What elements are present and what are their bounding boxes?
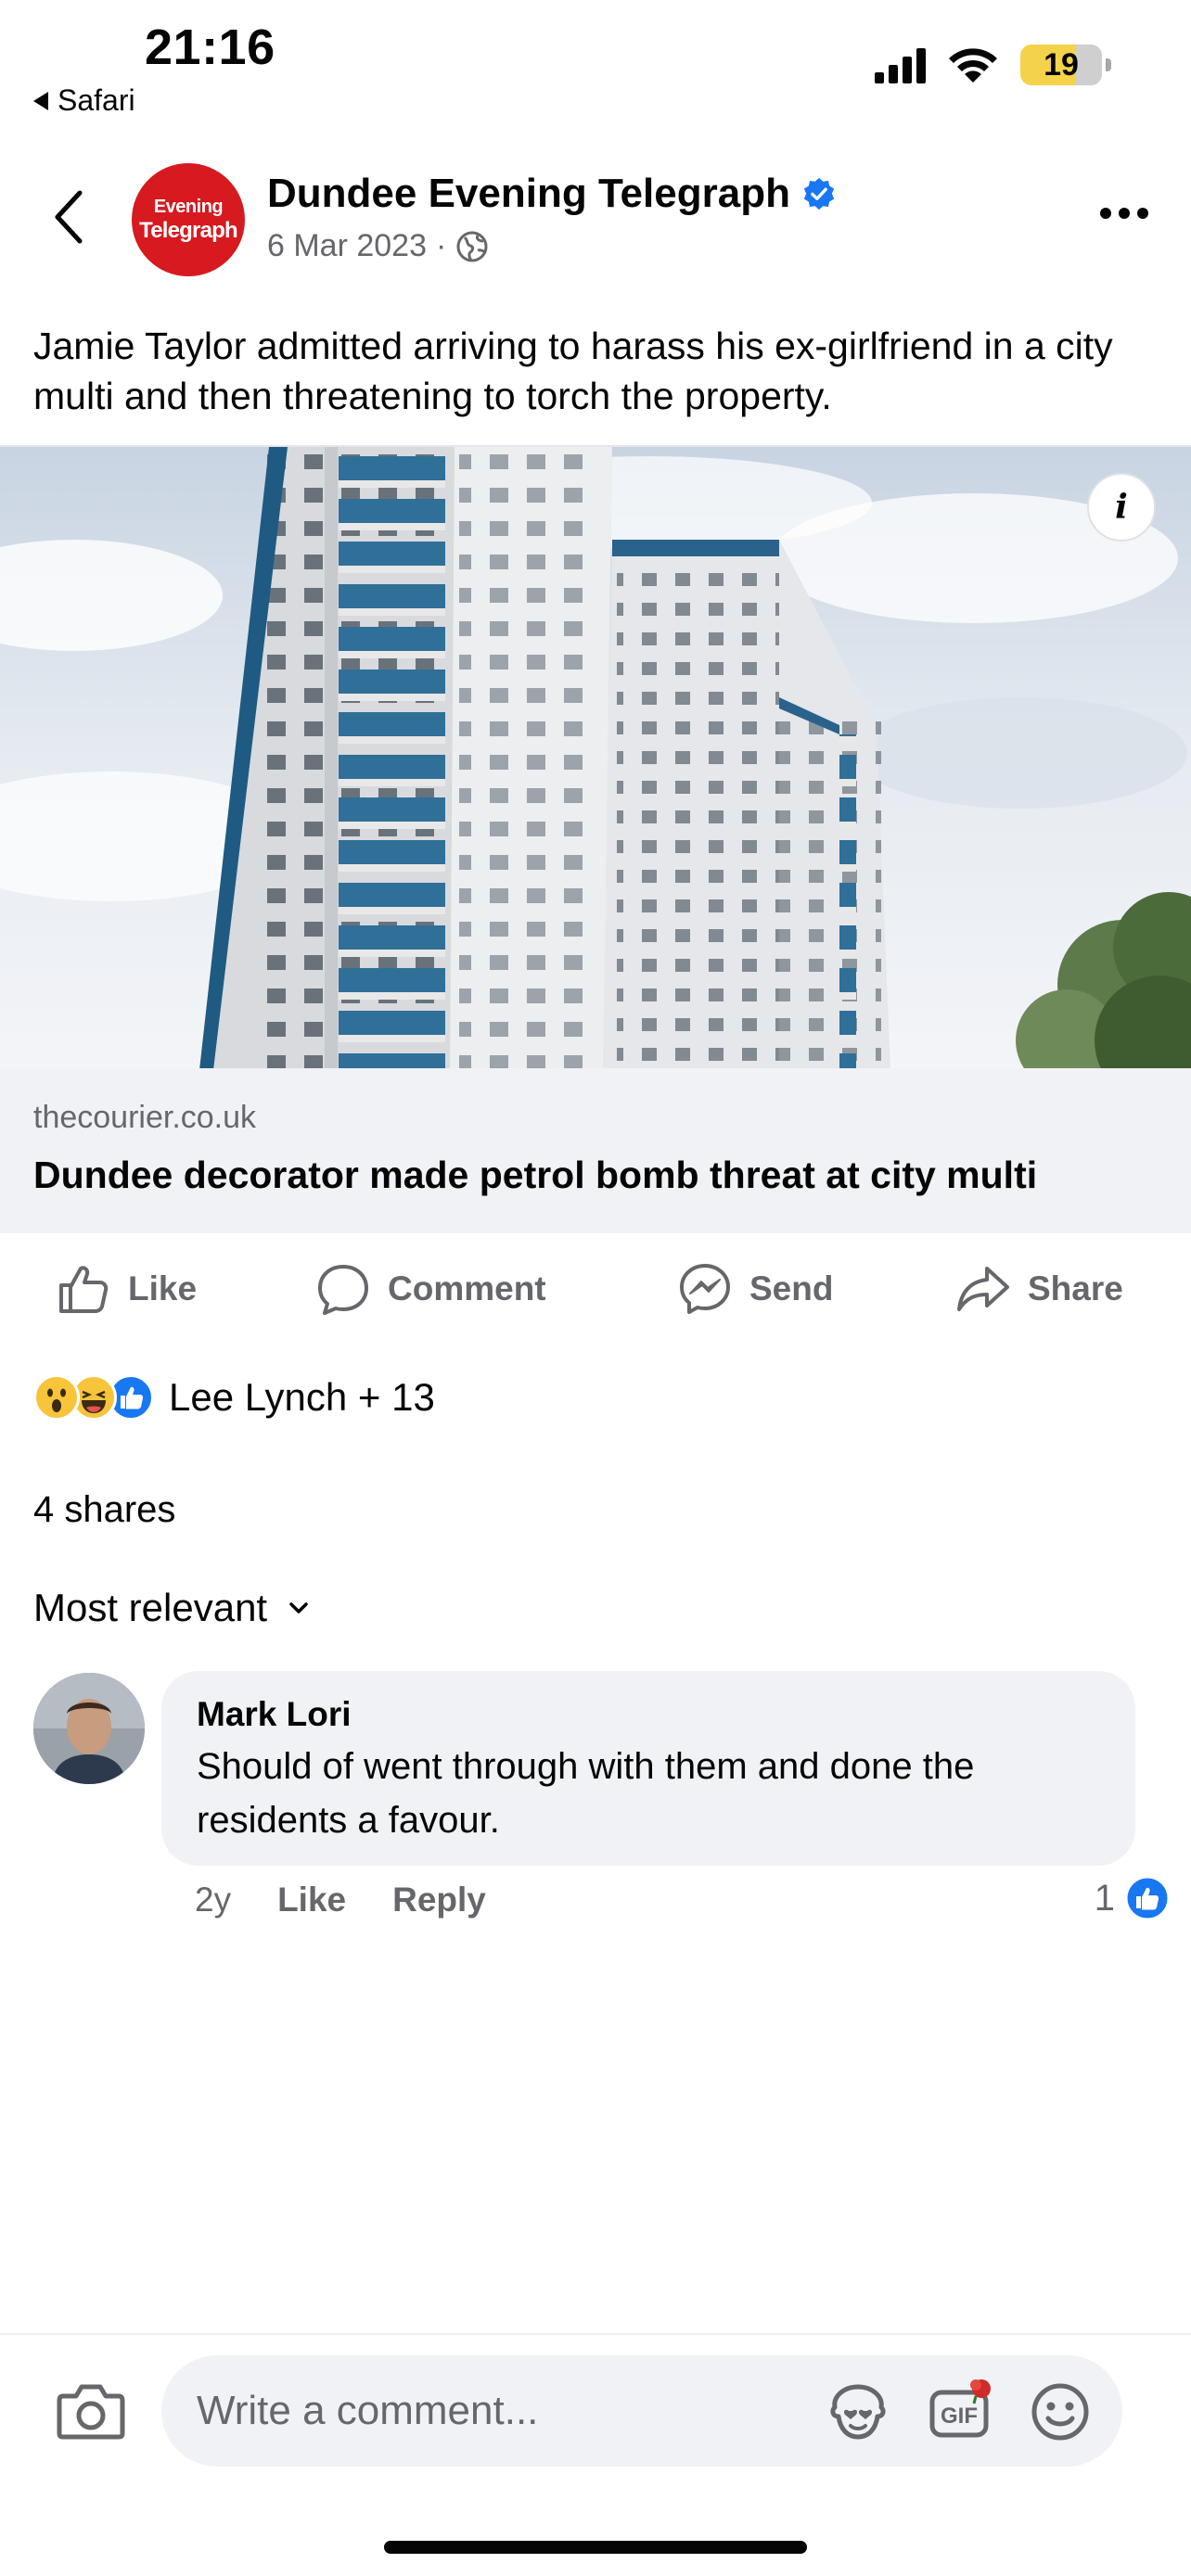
more-options-icon[interactable] xyxy=(1100,208,1148,219)
battery-level: 19 xyxy=(1044,46,1079,83)
avatar-text-line1: Evening xyxy=(153,197,224,217)
like-button[interactable]: Like xyxy=(56,1261,197,1317)
link-domain: thecourier.co.uk xyxy=(33,1100,257,1135)
battery-icon: 19 xyxy=(1020,45,1111,85)
back-app-label: Safari xyxy=(58,83,135,117)
back-chevron-icon[interactable] xyxy=(50,189,87,245)
reactions-text: Lee Lynch + 13 xyxy=(169,1375,435,1419)
comment-age: 2y xyxy=(195,1881,232,1919)
comment-actions: 2y Like Reply xyxy=(195,1881,486,1919)
comment-sort-dropdown[interactable]: Most relevant xyxy=(33,1586,310,1630)
sort-label: Most relevant xyxy=(33,1586,268,1629)
status-bar: 21:16 Safari 19 xyxy=(0,0,1191,130)
comment-bubble[interactable]: Mark Lori Should of went through with th… xyxy=(161,1671,1135,1866)
reactions-summary[interactable]: Lee Lynch + 13 xyxy=(33,1374,435,1421)
link-title: Dundee decorator made petrol bomb threat… xyxy=(33,1154,1038,1196)
shares-count[interactable]: 4 shares xyxy=(33,1489,175,1531)
back-to-safari-button[interactable]: Safari xyxy=(33,83,135,118)
status-icons: 19 xyxy=(875,45,1111,85)
comment-like-count[interactable]: 1 xyxy=(1095,1875,1171,1921)
page-avatar[interactable]: Evening Telegraph xyxy=(132,163,245,276)
like-label: Like xyxy=(128,1269,198,1307)
back-triangle-icon xyxy=(33,91,48,110)
tower-block-photo xyxy=(0,447,1191,1068)
gif-icon[interactable]: GIF xyxy=(928,2379,992,2444)
emoji-icon[interactable] xyxy=(1028,2379,1093,2444)
like-reaction-icon xyxy=(1124,1875,1171,1921)
avatar-sticker-icon[interactable] xyxy=(826,2379,890,2444)
post-action-bar: Like Comment Send Share xyxy=(0,1252,1191,1330)
send-button[interactable]: Send xyxy=(677,1261,833,1317)
like-thumb-icon xyxy=(59,1266,109,1313)
comment-bubble-icon xyxy=(318,1265,368,1315)
comment-like-count-value: 1 xyxy=(1094,1877,1115,1919)
send-label: Send xyxy=(749,1269,834,1307)
messenger-icon xyxy=(680,1264,730,1314)
info-button[interactable]: i xyxy=(1087,473,1156,542)
share-button[interactable]: Share xyxy=(955,1261,1123,1317)
comment-button[interactable]: Comment xyxy=(315,1261,546,1317)
post-header: Evening Telegraph Dundee Evening Telegra… xyxy=(0,158,1191,278)
commenter-avatar[interactable] xyxy=(33,1673,145,1784)
svg-text:GIF: GIF xyxy=(941,2404,978,2429)
avatar-text-line2: Telegraph xyxy=(139,218,238,243)
post-text: Jamie Taylor admitted arriving to harass… xyxy=(33,325,1113,417)
wow-reaction-icon xyxy=(33,1374,80,1421)
chevron-down-icon xyxy=(289,1602,308,1613)
page-name[interactable]: Dundee Evening Telegraph xyxy=(267,171,790,217)
wifi-icon xyxy=(949,48,997,83)
globe-icon xyxy=(456,231,488,261)
share-label: Share xyxy=(1028,1269,1123,1307)
comment-composer: GIF xyxy=(0,2333,1191,2576)
comment-author[interactable]: Mark Lori xyxy=(197,1695,1100,1734)
comment-reply-button[interactable]: Reply xyxy=(392,1881,486,1919)
status-time: 21:16 xyxy=(145,19,275,75)
link-card[interactable]: thecourier.co.uk Dundee decorator made p… xyxy=(0,1068,1191,1233)
page-name-row: Dundee Evening Telegraph xyxy=(267,171,837,217)
comment-body: Should of went through with them and don… xyxy=(197,1746,975,1841)
meta-separator: · xyxy=(436,228,447,263)
share-arrow-icon xyxy=(957,1267,1009,1311)
post-date[interactable]: 6 Mar 2023 xyxy=(267,228,427,264)
verified-badge-icon xyxy=(803,177,835,210)
comment-like-button[interactable]: Like xyxy=(277,1881,346,1919)
cellular-signal-icon xyxy=(875,46,926,83)
link-preview-image[interactable]: i xyxy=(0,445,1191,1068)
camera-icon[interactable] xyxy=(56,2379,126,2442)
comment-label: Comment xyxy=(388,1269,546,1307)
post-meta: 6 Mar 2023 · xyxy=(267,228,489,264)
home-indicator[interactable] xyxy=(384,2541,807,2554)
